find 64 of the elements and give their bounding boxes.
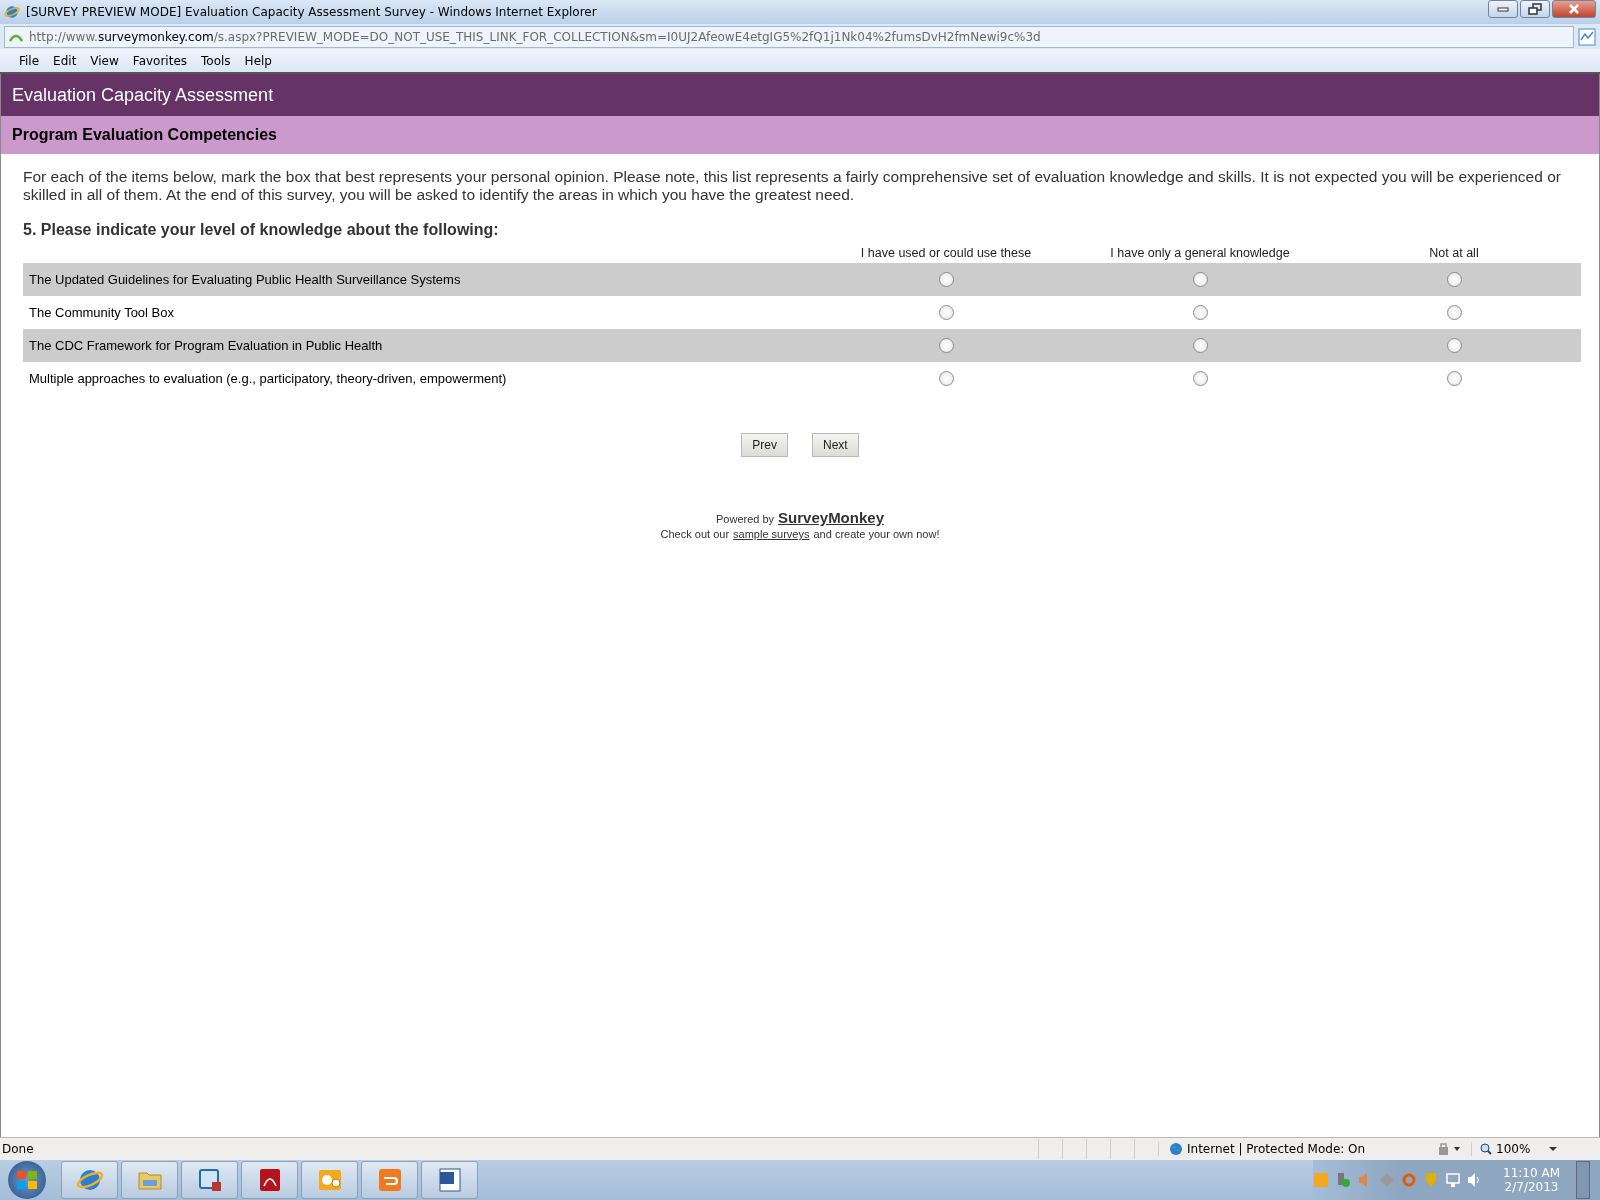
radio-button[interactable] (1446, 371, 1462, 386)
radio-button[interactable] (1192, 338, 1208, 353)
powered-by-text: Powered by (716, 513, 775, 525)
survey-title: Evaluation Capacity Assessment (1, 74, 1599, 116)
row-label: Multiple approaches to evaluation (e.g., participatory, theory-driven, empowerment) (28, 370, 508, 388)
tray-icon[interactable] (1335, 1172, 1352, 1188)
sample-surveys-link[interactable]: sample surveys (733, 528, 810, 540)
intro-text: For each of the items below, mark the box that best represents your personal opinion. Please note, this list represents a fairly comprehensive set of evaluation knowledge and skills. It is not expected you will be experienced or skilled in all of them. At the end of this survey, you will be asked to identify the areas in which you have the greatest need. (23, 168, 1562, 204)
radio-button[interactable] (1192, 371, 1208, 386)
footer-text: Check out our (660, 528, 730, 540)
radio-button[interactable] (1446, 305, 1462, 320)
row-label: The Updated Guidelines for Evaluating Public Health Surveillance Systems (23, 263, 819, 296)
globe-icon (4, 4, 20, 20)
url-text: http://www.surveymonkey.com/s.aspx?PREVIEW_MODE=DO_NOT_USE_THIS_LINK_FOR_COLLECTION&sm=I0UJ2AfeowE4etgIG5%2fQ1j1Nk04%2fumsDvH2fmNewi9c%3d (29, 29, 1041, 44)
close-button[interactable] (1552, 0, 1596, 18)
status-text: Done (1, 1142, 35, 1156)
minimize-icon (1497, 6, 1509, 12)
compatibility-icon[interactable] (1578, 27, 1596, 46)
radio-button[interactable] (938, 272, 954, 287)
footer-text: and create your own now! (813, 528, 940, 540)
page-title: Program Evaluation Competencies (1, 116, 1599, 154)
zoom-level[interactable]: 100% (1496, 1142, 1531, 1156)
column-header: I have only a general knowledge (1109, 246, 1291, 262)
row-label: The Community Tool Box (28, 304, 175, 322)
taskbar-button[interactable] (241, 1161, 298, 1199)
show-desktop-button[interactable] (1576, 1161, 1590, 1199)
menu-item[interactable]: Tools (194, 51, 238, 70)
minimize-button[interactable] (1488, 0, 1518, 18)
radio-button[interactable] (938, 338, 954, 353)
globe-icon (1169, 1142, 1183, 1156)
next-button[interactable]: Next (812, 433, 859, 457)
menu-item[interactable]: View (83, 51, 126, 70)
column-header: I have used or could use these (859, 246, 1033, 262)
dropdown-icon[interactable] (1548, 1146, 1559, 1152)
windows-logo-icon (16, 1170, 38, 1190)
row-label: The CDC Framework for Program Evaluation in Public Health (23, 329, 819, 362)
close-icon (1568, 4, 1580, 14)
network-icon[interactable] (1445, 1172, 1462, 1188)
menu-item[interactable]: File (12, 51, 47, 70)
prev-button[interactable]: Prev (741, 433, 788, 457)
brand-link[interactable]: SurveyMonkey (778, 509, 884, 526)
window-title: [SURVEY PREVIEW MODE] Evaluation Capacity Assessment Survey - Windows Internet Explorer (26, 5, 598, 19)
lock-icon[interactable] (1437, 1142, 1463, 1156)
menu-item[interactable]: Edit (46, 51, 84, 70)
address-field[interactable]: http://www.surveymonkey.com/s.aspx?PREVIEW_MODE=DO_NOT_USE_THIS_LINK_FOR_COLLECTION&sm=I0UJ2AfeowE4etgIG5%2fQ1j1Nk04%2fumsDvH2fmNewi9c%3d (4, 25, 1574, 48)
taskbar-button[interactable] (421, 1161, 478, 1199)
radio-button[interactable] (1192, 272, 1208, 287)
question-text: 5. Please indicate your level of knowledge about the following: (23, 221, 500, 239)
radio-button[interactable] (1446, 272, 1462, 287)
radio-button[interactable] (1446, 338, 1462, 353)
radio-button[interactable] (938, 305, 954, 320)
taskbar-button[interactable] (61, 1161, 118, 1199)
restore-button[interactable] (1520, 0, 1550, 18)
zoom-icon (1480, 1143, 1492, 1155)
menu-item[interactable]: Favorites (125, 51, 195, 70)
radio-button[interactable] (1192, 305, 1208, 320)
zone-text: Internet | Protected Mode: On (1187, 1142, 1366, 1156)
start-button[interactable] (8, 1161, 46, 1199)
menu-item[interactable]: Help (237, 51, 279, 70)
taskbar-button[interactable] (181, 1161, 238, 1199)
sync-icon[interactable] (1401, 1172, 1418, 1188)
radio-button[interactable] (938, 371, 954, 386)
restore-icon (1528, 3, 1542, 15)
column-header: Not at all (1428, 246, 1480, 262)
